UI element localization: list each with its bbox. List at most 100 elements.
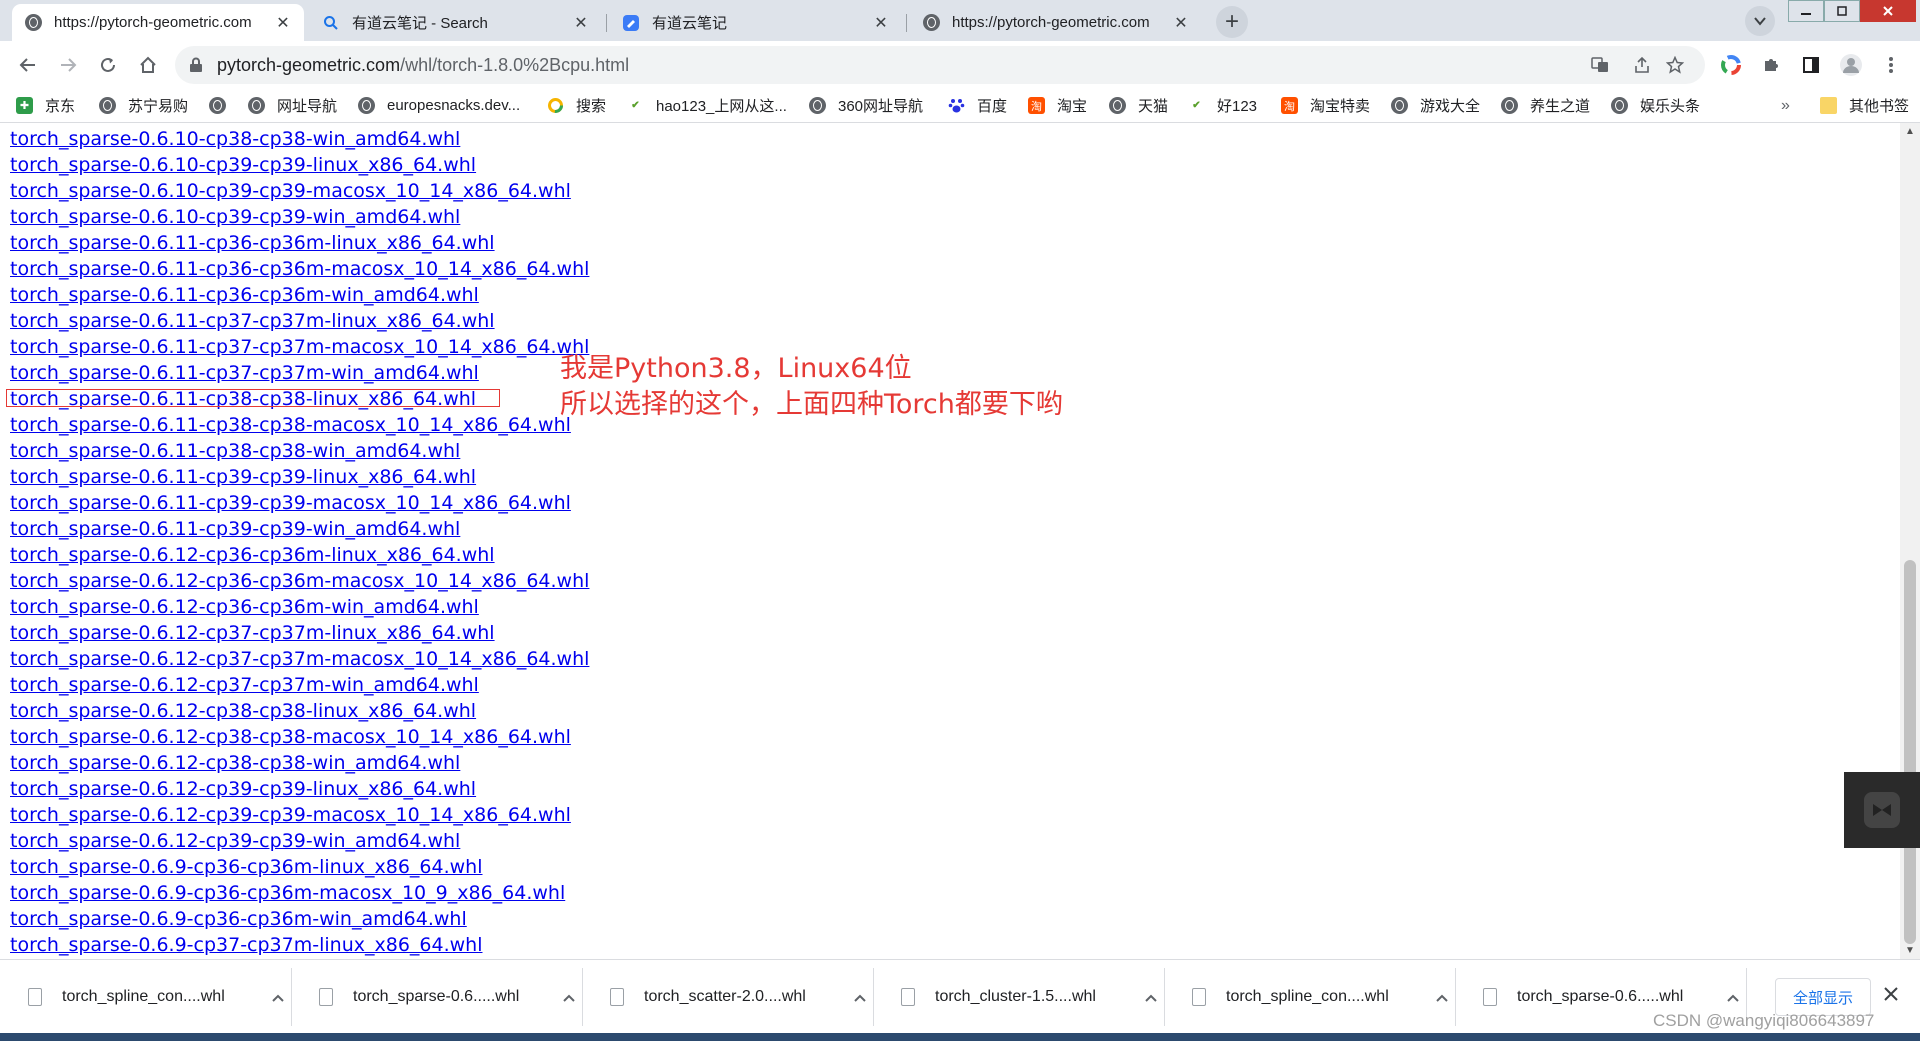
bookmark-hao123-2[interactable]: ✔ 好123 xyxy=(1188,89,1257,122)
wheel-download-link[interactable]: torch_sparse-0.6.12-cp37-cp37m-macosx_10… xyxy=(10,648,589,670)
wheel-download-link[interactable]: torch_sparse-0.6.10-cp39-cp39-macosx_10_… xyxy=(10,180,571,202)
floating-widget[interactable] xyxy=(1844,772,1920,848)
other-bookmarks[interactable]: 其他书签 xyxy=(1820,89,1909,122)
wheel-download-link[interactable]: torch_sparse-0.6.9-cp36-cp36m-macosx_10_… xyxy=(10,882,565,904)
wheel-download-link[interactable]: torch_sparse-0.6.11-cp37-cp37m-win_amd64… xyxy=(10,362,479,384)
list-item: torch_sparse-0.6.12-cp37-cp37m-win_amd64… xyxy=(10,672,589,698)
chevron-up-icon[interactable] xyxy=(563,989,575,1005)
bookmark-games[interactable]: 游戏大全 xyxy=(1391,89,1480,122)
wheel-download-link[interactable]: torch_sparse-0.6.11-cp36-cp36m-linux_x86… xyxy=(10,232,495,254)
close-icon[interactable]: ✕ xyxy=(872,13,890,33)
wheel-download-link[interactable]: torch_sparse-0.6.10-cp38-cp38-win_amd64.… xyxy=(10,128,460,150)
close-window-button[interactable] xyxy=(1860,0,1916,22)
globe-icon xyxy=(1611,97,1628,114)
menu-kebab-icon[interactable] xyxy=(1879,53,1903,77)
side-panel-icon[interactable] xyxy=(1799,53,1823,77)
download-item[interactable]: torch_cluster-1.5....whl xyxy=(875,960,1162,1034)
close-icon[interactable] xyxy=(1884,984,1898,1007)
bookmark-search[interactable]: 搜索 xyxy=(547,89,606,122)
wheel-download-link[interactable]: torch_sparse-0.6.11-cp36-cp36m-macosx_10… xyxy=(10,258,589,280)
translate-icon[interactable] xyxy=(1590,55,1610,75)
tab-youdao-search[interactable]: 有道云笔记 - Search ✕ xyxy=(310,4,602,41)
download-item[interactable]: torch_sparse-0.6.....whl xyxy=(293,960,580,1034)
address-bar[interactable]: pytorch-geometric.com/whl/torch-1.8.0%2B… xyxy=(175,46,1705,84)
wheel-download-link[interactable]: torch_sparse-0.6.9-cp36-cp36m-win_amd64.… xyxy=(10,908,467,930)
lock-icon[interactable] xyxy=(189,57,203,78)
forward-button[interactable] xyxy=(52,49,84,81)
bookmark-health[interactable]: 养生之道 xyxy=(1501,89,1590,122)
tab-pytorch-geometric-2[interactable]: https://pytorch-geometric.com ✕ xyxy=(910,4,1202,41)
chevron-up-icon[interactable] xyxy=(1145,989,1157,1005)
bookmark-entertainment[interactable]: 娱乐头条 xyxy=(1611,89,1700,122)
wheel-download-link[interactable]: torch_sparse-0.6.10-cp39-cp39-linux_x86_… xyxy=(10,154,476,176)
download-item[interactable]: torch_spline_con....whl xyxy=(2,960,289,1034)
wheel-download-link[interactable]: torch_sparse-0.6.12-cp36-cp36m-linux_x86… xyxy=(10,544,495,566)
wheel-download-link[interactable]: torch_sparse-0.6.12-cp38-cp38-linux_x86_… xyxy=(10,700,476,722)
wheel-download-link[interactable]: torch_sparse-0.6.12-cp37-cp37m-linux_x86… xyxy=(10,622,495,644)
wheel-download-link[interactable]: torch_sparse-0.6.12-cp39-cp39-linux_x86_… xyxy=(10,778,476,800)
bookmark-taobao-temai[interactable]: 淘 淘宝特卖 xyxy=(1281,89,1370,122)
share-icon[interactable] xyxy=(1632,55,1652,75)
home-button[interactable] xyxy=(132,49,164,81)
jd-icon: ✚ xyxy=(16,97,33,114)
tab-pytorch-geometric-active[interactable]: https://pytorch-geometric.com ✕ xyxy=(12,4,304,41)
wheel-download-link[interactable]: torch_sparse-0.6.12-cp36-cp36m-win_amd64… xyxy=(10,596,479,618)
address-url[interactable]: pytorch-geometric.com/whl/torch-1.8.0%2B… xyxy=(217,46,629,84)
color-extension-icon[interactable] xyxy=(1719,53,1743,77)
wheel-download-link[interactable]: torch_sparse-0.6.9-cp37-cp37m-linux_x86_… xyxy=(10,934,483,956)
chevron-up-icon[interactable] xyxy=(272,989,284,1005)
wheel-download-link[interactable]: torch_sparse-0.6.12-cp36-cp36m-macosx_10… xyxy=(10,570,589,592)
os-taskbar xyxy=(0,1033,1920,1041)
reload-button[interactable] xyxy=(92,49,124,81)
wheel-download-link[interactable]: torch_sparse-0.6.12-cp38-cp38-macosx_10_… xyxy=(10,726,571,748)
tab-title: https://pytorch-geometric.com xyxy=(952,14,1150,31)
bookmarks-overflow-button[interactable]: » xyxy=(1781,89,1790,122)
close-icon[interactable]: ✕ xyxy=(572,13,590,33)
scrollbar-thumb[interactable] xyxy=(1904,560,1916,944)
wheel-download-link[interactable]: torch_sparse-0.6.12-cp37-cp37m-win_amd64… xyxy=(10,674,479,696)
list-item: torch_sparse-0.6.11-cp39-cp39-macosx_10_… xyxy=(10,490,589,516)
wheel-download-link[interactable]: torch_sparse-0.6.12-cp39-cp39-macosx_10_… xyxy=(10,804,571,826)
scroll-down-arrow-icon[interactable]: ▼ xyxy=(1900,942,1920,959)
wheel-download-link[interactable]: torch_sparse-0.6.11-cp39-cp39-linux_x86_… xyxy=(10,466,476,488)
wheel-download-link[interactable]: torch_sparse-0.6.11-cp38-cp38-win_amd64.… xyxy=(10,440,460,462)
wheel-download-link[interactable]: torch_sparse-0.6.12-cp39-cp39-win_amd64.… xyxy=(10,830,460,852)
wheel-download-link[interactable]: torch_sparse-0.6.11-cp39-cp39-macosx_10_… xyxy=(10,492,571,514)
chevron-up-icon[interactable] xyxy=(1727,989,1739,1005)
bookmark-tmall[interactable]: 天猫 xyxy=(1109,89,1168,122)
bookmark-star-icon[interactable] xyxy=(1665,55,1685,75)
minimize-button[interactable] xyxy=(1788,0,1824,22)
list-item: torch_sparse-0.6.12-cp39-cp39-win_amd64.… xyxy=(10,828,589,854)
wheel-download-link[interactable]: torch_sparse-0.6.10-cp39-cp39-win_amd64.… xyxy=(10,206,460,228)
bookmark-360[interactable]: 360网址导航 xyxy=(809,89,923,122)
bookmark-wangzhi[interactable]: 网址导航 xyxy=(248,89,337,122)
bookmark-suning[interactable]: 苏宁易购 xyxy=(99,89,188,122)
wheel-download-link[interactable]: torch_sparse-0.6.11-cp37-cp37m-macosx_10… xyxy=(10,336,589,358)
wheel-download-link[interactable]: torch_sparse-0.6.11-cp38-cp38-macosx_10_… xyxy=(10,414,571,436)
wheel-download-link[interactable]: torch_sparse-0.6.11-cp37-cp37m-linux_x86… xyxy=(10,310,495,332)
bookmark-unnamed[interactable] xyxy=(209,89,238,122)
bookmark-europesnacks[interactable]: europesnacks.dev... xyxy=(358,89,520,122)
profile-avatar-icon[interactable] xyxy=(1839,53,1863,77)
bookmark-jd[interactable]: ✚ 京东 xyxy=(16,89,75,122)
maximize-button[interactable] xyxy=(1824,0,1860,22)
chevron-up-icon[interactable] xyxy=(854,989,866,1005)
scroll-up-arrow-icon[interactable]: ▲ xyxy=(1900,123,1920,140)
tab-search-chevron-icon[interactable] xyxy=(1745,6,1775,36)
download-item[interactable]: torch_spline_con....whl xyxy=(1166,960,1453,1034)
back-button[interactable] xyxy=(12,49,44,81)
wheel-download-link[interactable]: torch_sparse-0.6.9-cp36-cp36m-linux_x86_… xyxy=(10,856,483,878)
close-icon[interactable]: ✕ xyxy=(274,13,292,33)
bookmark-baidu[interactable]: 百度 xyxy=(948,89,1007,122)
wheel-download-link[interactable]: torch_sparse-0.6.12-cp38-cp38-win_amd64.… xyxy=(10,752,460,774)
extensions-puzzle-icon[interactable] xyxy=(1759,53,1783,77)
bookmark-hao123[interactable]: ✔ hao123_上网从这... xyxy=(627,89,787,122)
new-tab-button[interactable]: + xyxy=(1216,6,1248,38)
bookmark-taobao[interactable]: 淘 淘宝 xyxy=(1028,89,1087,122)
close-icon[interactable]: ✕ xyxy=(1172,13,1190,33)
wheel-download-link[interactable]: torch_sparse-0.6.11-cp36-cp36m-win_amd64… xyxy=(10,284,479,306)
tab-youdao-note[interactable]: 有道云笔记 ✕ xyxy=(610,4,902,41)
wheel-download-link[interactable]: torch_sparse-0.6.11-cp39-cp39-win_amd64.… xyxy=(10,518,460,540)
download-item[interactable]: torch_scatter-2.0....whl xyxy=(584,960,871,1034)
chevron-up-icon[interactable] xyxy=(1436,989,1448,1005)
